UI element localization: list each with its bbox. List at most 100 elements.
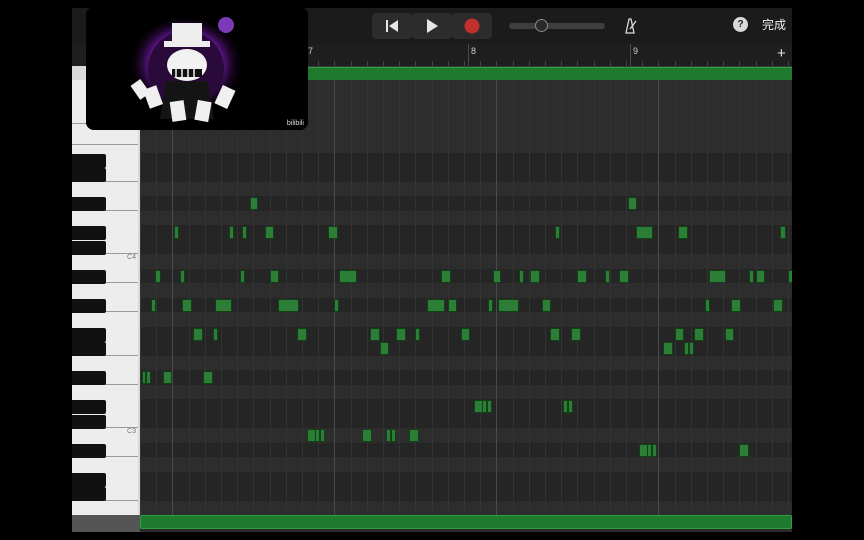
piano-black-key[interactable] — [72, 487, 106, 501]
piano-keyboard[interactable]: C4 C3 — [72, 66, 140, 530]
piano-black-key[interactable] — [72, 342, 106, 356]
midi-note[interactable] — [530, 269, 541, 283]
rewind-button[interactable] — [372, 13, 412, 39]
midi-note[interactable] — [214, 298, 233, 312]
video-thumbnail[interactable]: bilibili — [86, 7, 308, 130]
midi-note[interactable] — [370, 327, 380, 341]
midi-note[interactable] — [264, 226, 275, 239]
midi-note[interactable] — [277, 298, 299, 312]
midi-note[interactable] — [689, 342, 694, 355]
midi-note[interactable] — [773, 298, 784, 312]
midi-note[interactable] — [162, 371, 173, 384]
midi-note[interactable] — [339, 269, 358, 283]
midi-note[interactable] — [693, 327, 704, 341]
midi-note[interactable] — [724, 327, 735, 341]
midi-note[interactable] — [570, 327, 581, 341]
midi-note[interactable] — [493, 269, 502, 283]
midi-note[interactable] — [627, 197, 638, 210]
midi-note[interactable] — [415, 327, 421, 341]
play-button[interactable] — [412, 13, 452, 39]
piano-black-key[interactable] — [72, 240, 106, 255]
piano-black-key[interactable] — [72, 414, 106, 429]
piano-black-key[interactable] — [72, 226, 106, 240]
midi-note[interactable] — [604, 269, 610, 283]
midi-note[interactable] — [250, 197, 259, 210]
midi-note[interactable] — [779, 226, 787, 239]
midi-note[interactable] — [787, 269, 792, 283]
midi-note[interactable] — [180, 269, 186, 283]
midi-note[interactable] — [708, 269, 727, 283]
midi-note[interactable] — [154, 269, 162, 283]
bar-number: 9 — [633, 46, 639, 56]
region-bar-bottom[interactable] — [140, 515, 792, 529]
midi-note[interactable] — [460, 327, 471, 341]
midi-note[interactable] — [229, 226, 234, 239]
piano-black-key[interactable] — [72, 269, 106, 284]
midi-note[interactable] — [519, 269, 524, 283]
midi-note[interactable] — [319, 429, 325, 442]
midi-note[interactable] — [541, 298, 552, 312]
octave-label: C4 — [127, 254, 136, 262]
midi-note[interactable] — [549, 327, 560, 341]
midi-note[interactable] — [269, 269, 280, 283]
piano-black-key[interactable] — [72, 443, 106, 458]
midi-note[interactable] — [663, 342, 673, 355]
add-icon[interactable]: + — [777, 45, 786, 62]
done-button[interactable]: 完成 — [762, 16, 786, 33]
piano-black-key[interactable] — [72, 197, 106, 211]
midi-note[interactable] — [488, 298, 494, 312]
midi-note[interactable] — [408, 429, 419, 442]
ruler-tick — [431, 61, 433, 66]
midi-note[interactable] — [297, 327, 307, 341]
midi-note[interactable] — [577, 269, 588, 283]
midi-note[interactable] — [174, 226, 179, 239]
midi-note[interactable] — [240, 269, 246, 283]
midi-note[interactable] — [242, 226, 247, 239]
midi-note[interactable] — [395, 327, 406, 341]
midi-note[interactable] — [705, 298, 711, 312]
midi-note[interactable] — [379, 342, 390, 355]
midi-note[interactable] — [447, 298, 458, 312]
midi-note[interactable] — [203, 371, 213, 384]
piano-black-key[interactable] — [72, 371, 106, 385]
grid-line — [399, 80, 401, 515]
help-button[interactable]: ? — [733, 17, 748, 32]
bar-marker — [468, 44, 469, 66]
midi-note[interactable] — [486, 400, 492, 413]
midi-note[interactable] — [749, 269, 754, 283]
volume-slider-thumb[interactable] — [535, 19, 548, 32]
midi-note[interactable] — [567, 400, 573, 413]
record-button[interactable] — [452, 13, 492, 39]
midi-note[interactable] — [151, 298, 157, 312]
midi-note[interactable] — [755, 269, 766, 283]
piano-black-key[interactable] — [72, 327, 106, 342]
note-grid[interactable] — [140, 80, 792, 515]
midi-note[interactable] — [619, 269, 630, 283]
midi-note[interactable] — [677, 226, 688, 239]
piano-black-key[interactable] — [72, 168, 106, 182]
midi-note[interactable] — [739, 443, 750, 457]
midi-note[interactable] — [212, 327, 218, 341]
midi-note[interactable] — [391, 429, 396, 442]
midi-note[interactable] — [327, 226, 338, 239]
piano-black-key[interactable] — [72, 472, 106, 487]
midi-note[interactable] — [193, 327, 204, 341]
midi-note[interactable] — [426, 298, 445, 312]
midi-note[interactable] — [674, 327, 685, 341]
midi-note[interactable] — [334, 298, 340, 312]
midi-note[interactable] — [182, 298, 192, 312]
piano-black-key[interactable] — [72, 298, 106, 313]
midi-note[interactable] — [146, 371, 152, 384]
midi-note[interactable] — [635, 226, 654, 239]
volume-slider[interactable] — [509, 19, 605, 32]
midi-note[interactable] — [497, 298, 520, 312]
midi-note[interactable] — [361, 429, 372, 442]
midi-note[interactable] — [651, 443, 657, 457]
piano-black-key[interactable] — [72, 153, 106, 168]
midi-note[interactable] — [441, 269, 452, 283]
midi-note[interactable] — [554, 226, 560, 239]
metronome-button[interactable] — [620, 15, 640, 35]
piano-black-key[interactable] — [72, 400, 106, 414]
grid-line — [593, 80, 595, 515]
midi-note[interactable] — [731, 298, 741, 312]
